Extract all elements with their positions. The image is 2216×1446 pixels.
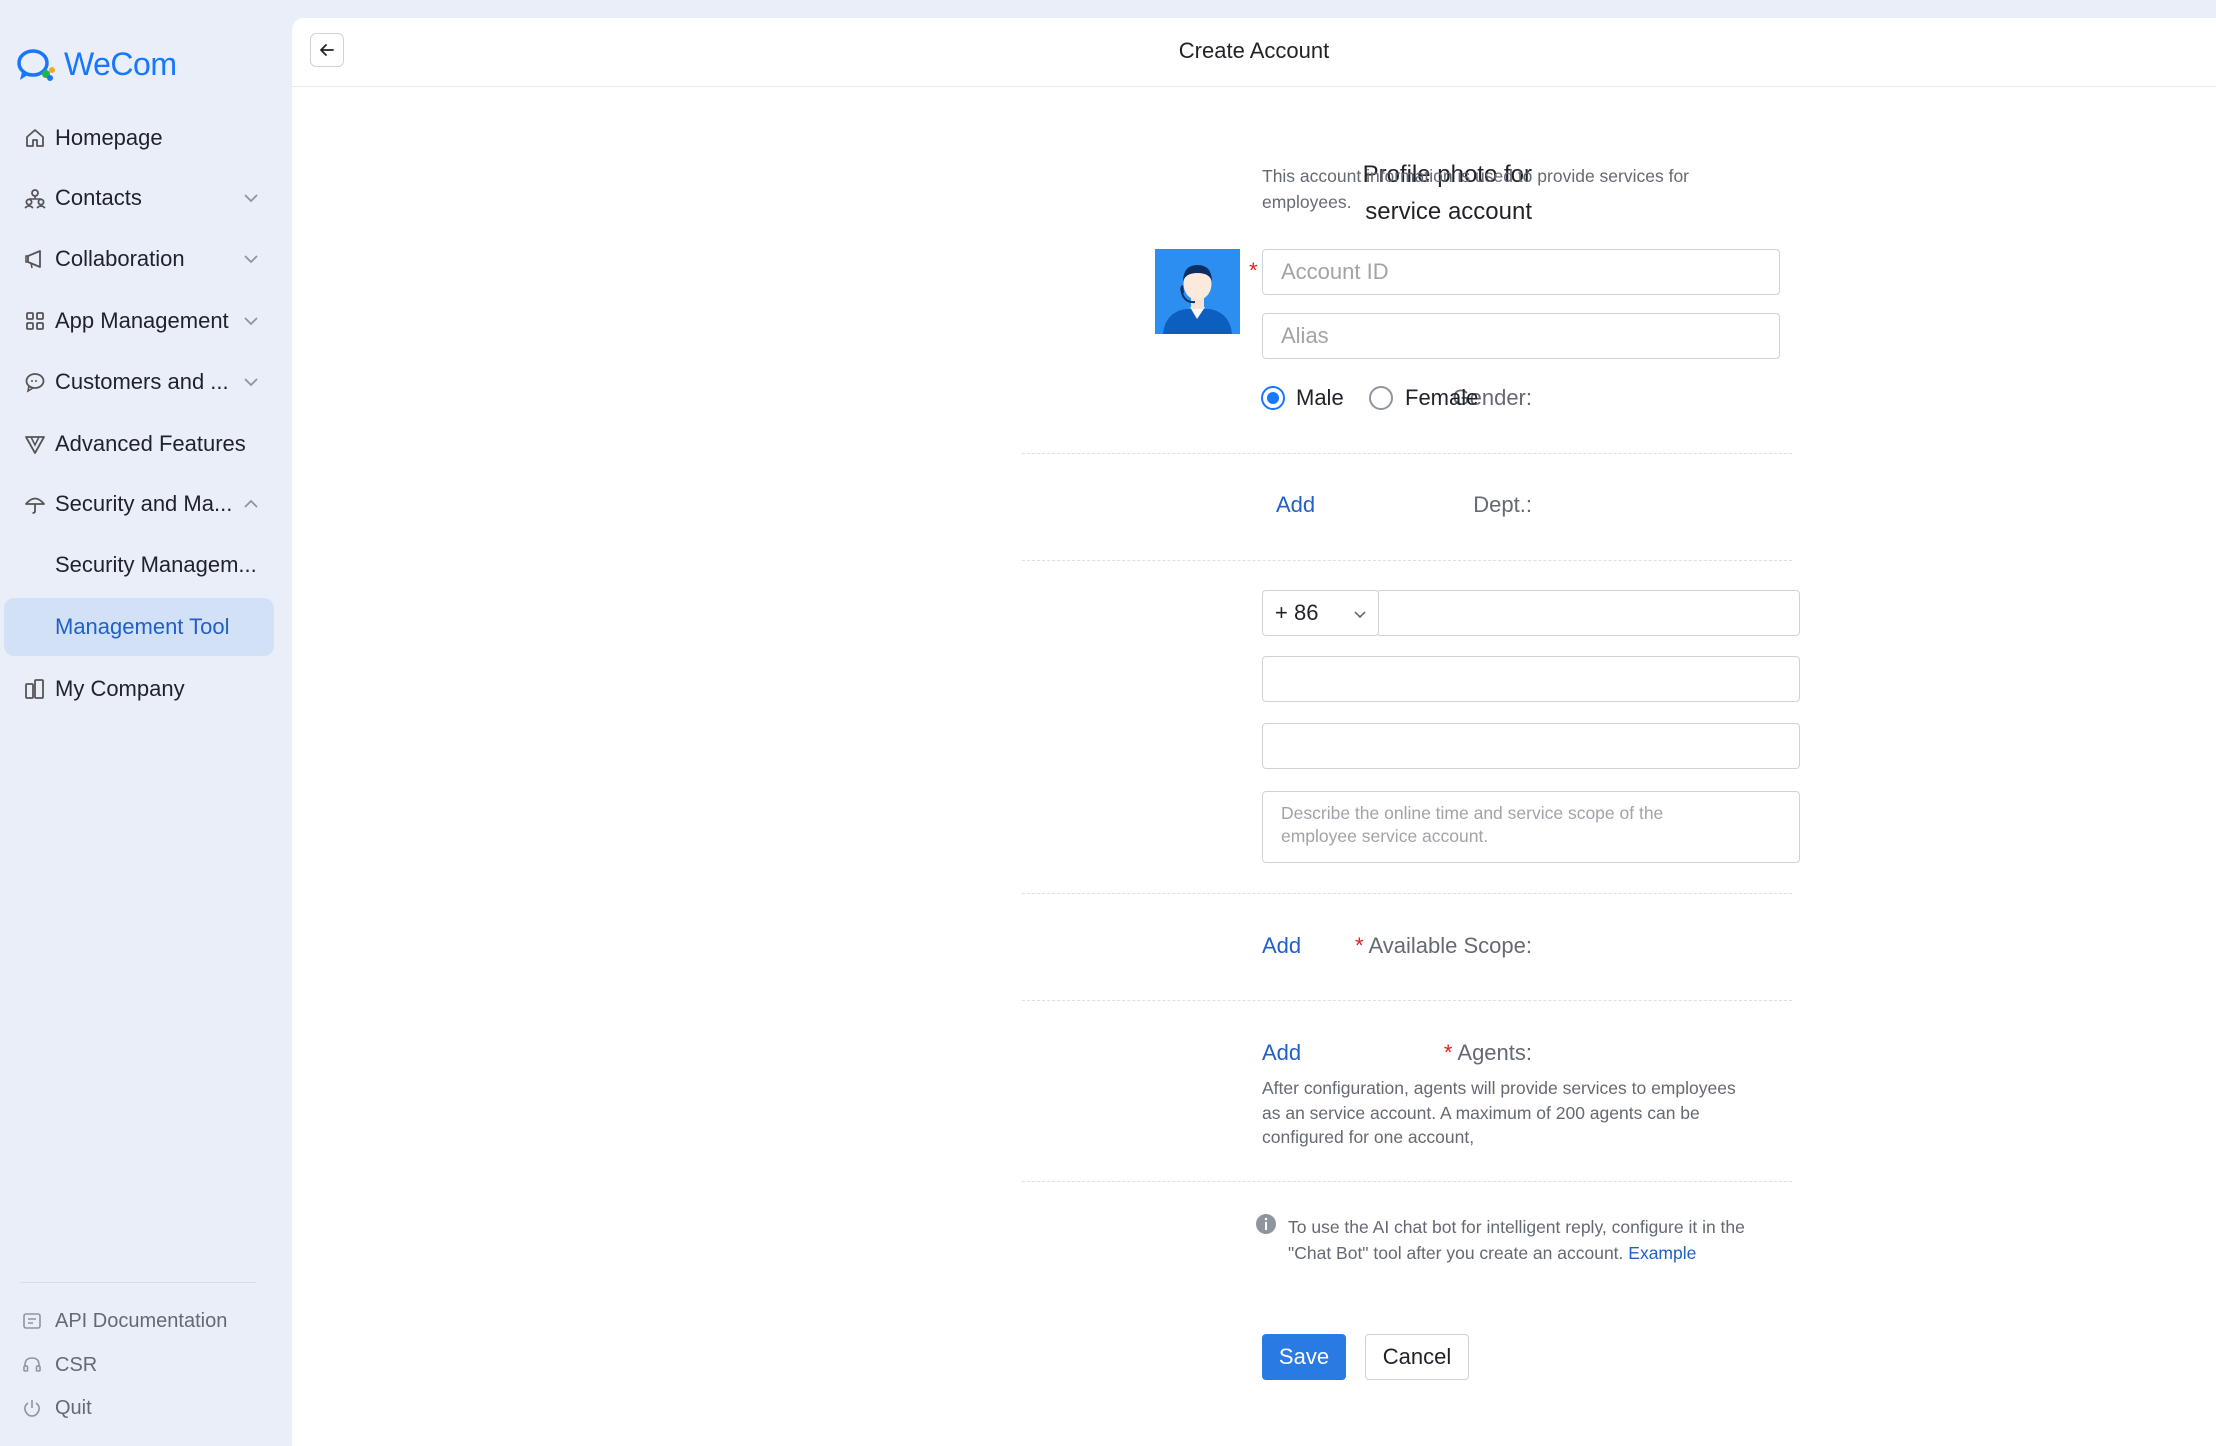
sidebar: WeCom Homepage Contacts Collaboration Ap… (0, 0, 292, 1446)
section-divider (1022, 1000, 1792, 1001)
save-button[interactable]: Save (1262, 1334, 1346, 1380)
power-icon (20, 1396, 44, 1420)
sidebar-item-advanced-features[interactable]: Advanced Features (4, 415, 274, 473)
chatbot-hint-line2: "Chat Bot" tool after you create an acco… (1288, 1243, 1624, 1263)
sidebar-footer-csr[interactable]: CSR (20, 1349, 97, 1381)
sidebar-item-customers[interactable]: Customers and ... (4, 353, 274, 411)
example-link[interactable]: Example (1628, 1243, 1696, 1263)
sidebar-item-management-tool[interactable]: Management Tool (4, 598, 274, 656)
wecom-logo[interactable]: WeCom (16, 46, 177, 83)
office-number-input[interactable] (1262, 656, 1800, 702)
country-code-value: + 86 (1275, 600, 1319, 625)
sidebar-item-label: Advanced Features (55, 431, 246, 456)
chatbot-hint-line2-row: "Chat Bot" tool after you create an acco… (1288, 1240, 1745, 1266)
apps-grid-icon (22, 308, 48, 334)
sidebar-footer-api-documentation[interactable]: API Documentation (20, 1305, 227, 1337)
email-input[interactable] (1262, 723, 1800, 769)
chevron-down-icon (244, 194, 258, 203)
chat-bubble-icon (22, 369, 48, 395)
sidebar-footer-quit[interactable]: Quit (20, 1392, 92, 1424)
headset-icon (20, 1353, 44, 1377)
sidebar-item-my-company[interactable]: My Company (4, 660, 274, 718)
avatar[interactable] (1155, 249, 1240, 334)
agents-hint-line3: configured for one account, (1262, 1127, 1475, 1147)
header-bar: Create Account (292, 18, 2216, 87)
agents-hint-line1: After configuration, agents will provide… (1262, 1078, 1736, 1098)
advanced-features-icon (22, 431, 48, 457)
gender-male-label[interactable]: Male (1296, 385, 1344, 411)
chevron-down-icon (244, 255, 258, 264)
sidebar-item-label: Security and Ma... (55, 491, 233, 516)
description-textarea[interactable]: Describe the online time and service sco… (1262, 791, 1800, 863)
main-panel: Create Account Profile photo for service… (292, 18, 2216, 1446)
sidebar-item-label: Security Managem... (55, 552, 257, 577)
available-scope-text: Available Scope: (1368, 933, 1533, 958)
sidebar-item-security-management[interactable]: Security Managem... (4, 536, 274, 594)
section-divider (1022, 1181, 1792, 1182)
gender-female-radio[interactable] (1369, 386, 1393, 410)
sidebar-item-label: Customers and ... (55, 369, 229, 394)
description-placeholder-line1: Describe the online time and service sco… (1281, 803, 1664, 823)
api-doc-icon (20, 1309, 44, 1333)
scope-add-link[interactable]: Add (1262, 933, 1301, 959)
chevron-up-icon (244, 499, 258, 508)
description-placeholder-line2: employee service account. (1281, 826, 1489, 846)
sidebar-item-contacts[interactable]: Contacts (4, 169, 274, 227)
sidebar-item-collaboration[interactable]: Collaboration (4, 230, 274, 288)
chevron-down-icon (244, 317, 258, 326)
footer-label: Quit (55, 1396, 92, 1419)
sidebar-item-label: Homepage (55, 125, 163, 150)
required-mark: * (1355, 933, 1364, 958)
account-id-input[interactable]: Account ID (1262, 249, 1780, 295)
chevron-down-icon (1354, 611, 1366, 619)
sidebar-item-label: Collaboration (55, 246, 185, 271)
wecom-logo-icon (17, 48, 55, 81)
agents-add-link[interactable]: Add (1262, 1040, 1301, 1066)
profile-hint-line1: This account information is used to prov… (1262, 166, 1689, 186)
sidebar-item-label: My Company (55, 676, 185, 701)
agents-hint: After configuration, agents will provide… (1262, 1076, 1736, 1150)
section-divider (1022, 893, 1792, 894)
mobile-phone-input[interactable] (1376, 590, 1800, 636)
sidebar-item-security[interactable]: Security and Ma... (4, 475, 274, 533)
section-divider (1022, 560, 1792, 561)
contacts-icon (22, 185, 48, 211)
app-name: WeCom (64, 46, 177, 82)
sidebar-item-homepage[interactable]: Homepage (4, 109, 274, 167)
sidebar-divider (20, 1282, 256, 1283)
country-code-select[interactable]: + 86 (1262, 590, 1379, 636)
required-mark: * (1249, 258, 1258, 283)
agents-text: Agents: (1457, 1040, 1532, 1065)
footer-label: CSR (55, 1353, 98, 1376)
sidebar-item-label: Contacts (55, 185, 142, 210)
company-icon (22, 676, 48, 702)
profile-hint: This account information is used to prov… (1262, 163, 1689, 215)
alias-input[interactable]: Alias (1262, 313, 1780, 359)
person-avatar-icon (1155, 249, 1240, 334)
sidebar-item-app-management[interactable]: App Management (4, 292, 274, 350)
gender-male-radio[interactable] (1261, 386, 1285, 410)
umbrella-icon (22, 491, 48, 517)
sidebar-item-label: App Management (55, 308, 229, 333)
home-icon (22, 125, 48, 151)
dept-add-link[interactable]: Add (1276, 492, 1315, 518)
section-divider (1022, 453, 1792, 454)
footer-label: API Documentation (55, 1309, 228, 1332)
gender-female-label[interactable]: Female (1405, 385, 1478, 411)
page-title: Create Account (1178, 38, 1330, 63)
cancel-button[interactable]: Cancel (1365, 1334, 1469, 1380)
required-mark: * (1443, 1040, 1453, 1065)
chatbot-hint-line1: To use the AI chat bot for intelligent r… (1288, 1217, 1745, 1237)
chevron-down-icon (244, 378, 258, 387)
agents-hint-line2: as an service account. A maximum of 200 … (1262, 1102, 1700, 1123)
info-icon (1256, 1214, 1276, 1234)
sidebar-item-label: Management Tool (55, 614, 230, 639)
collaboration-icon (22, 246, 48, 272)
chatbot-hint: To use the AI chat bot for intelligent r… (1288, 1214, 1745, 1266)
profile-hint-line2: employees. (1262, 192, 1352, 212)
